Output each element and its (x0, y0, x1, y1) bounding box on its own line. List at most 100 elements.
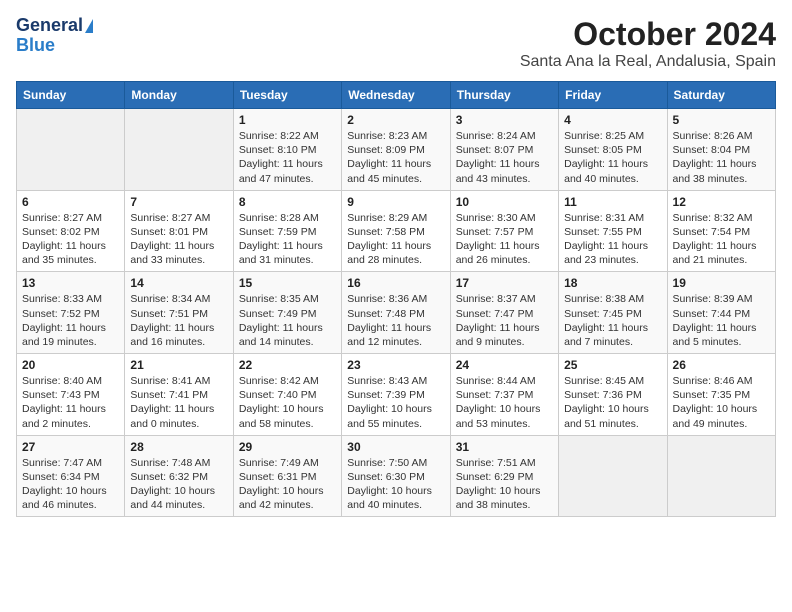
table-row: 29Sunrise: 7:49 AMSunset: 6:31 PMDayligh… (233, 435, 341, 517)
table-row: 18Sunrise: 8:38 AMSunset: 7:45 PMDayligh… (559, 272, 667, 354)
table-row: 22 Sunrise: 8:42 AMSunset: 7:40 PMDayligh… (233, 354, 341, 436)
cell-info: Sunrise: 8:36 AMSunset: 7:48 PMDaylight:… (347, 292, 444, 349)
cell-info: Sunrise: 7:48 AMSunset: 6:32 PMDaylight:… (130, 456, 227, 513)
logo: General Blue (16, 16, 93, 56)
cell-day-number: 14 (130, 276, 227, 290)
cell-info: Sunrise: 8:25 AMSunset: 8:05 PMDaylight:… (564, 129, 661, 186)
cell-day-number: 26 (673, 358, 770, 372)
cell-day-number: 27 (22, 440, 119, 454)
table-row: 23 Sunrise: 8:43 AMSunset: 7:39 PMDayligh… (342, 354, 450, 436)
cell-day-number: 2 (347, 113, 444, 127)
table-row: 21 Sunrise: 8:41 AMSunset: 7:41 PMDayligh… (125, 354, 233, 436)
table-row (559, 435, 667, 517)
title-block: October 2024 Santa Ana la Real, Andalusi… (520, 16, 776, 71)
header-saturday: Saturday (667, 82, 775, 109)
cell-day-number: 24 (456, 358, 553, 372)
cell-day-number: 6 (22, 195, 119, 209)
cell-info: Sunrise: 8:29 AMSunset: 7:58 PMDaylight:… (347, 211, 444, 268)
cell-info: Sunrise: 8:35 AMSunset: 7:49 PMDaylight:… (239, 292, 336, 349)
table-row: 15 Sunrise: 8:35 AMSunset: 7:49 PMDayligh… (233, 272, 341, 354)
cell-info: Sunrise: 8:24 AMSunset: 8:07 PMDaylight:… (456, 129, 553, 186)
cell-info: Sunrise: 8:43 AMSunset: 7:39 PMDaylight:… (347, 374, 444, 431)
table-row: 13 Sunrise: 8:33 AMSunset: 7:52 PMDayligh… (17, 272, 125, 354)
header-tuesday: Tuesday (233, 82, 341, 109)
cell-day-number: 3 (456, 113, 553, 127)
cell-info: Sunrise: 7:47 AMSunset: 6:34 PMDaylight:… (22, 456, 119, 513)
cell-info: Sunrise: 8:41 AMSunset: 7:41 PMDaylight:… (130, 374, 227, 431)
cell-day-number: 31 (456, 440, 553, 454)
table-row: 30Sunrise: 7:50 AMSunset: 6:30 PMDayligh… (342, 435, 450, 517)
table-row: 5 Sunrise: 8:26 AMSunset: 8:04 PMDaylight… (667, 109, 775, 191)
table-row: 26 Sunrise: 8:46 AMSunset: 7:35 PMDayligh… (667, 354, 775, 436)
table-row: 10 Sunrise: 8:30 AMSunset: 7:57 PMDayligh… (450, 190, 558, 272)
cell-info: Sunrise: 8:31 AMSunset: 7:55 PMDaylight:… (564, 211, 661, 268)
table-row: 12 Sunrise: 8:32 AMSunset: 7:54 PMDayligh… (667, 190, 775, 272)
page-subtitle: Santa Ana la Real, Andalusia, Spain (520, 53, 776, 71)
calendar-week-row: 27 Sunrise: 7:47 AMSunset: 6:34 PMDayligh… (17, 435, 776, 517)
cell-day-number: 12 (673, 195, 770, 209)
table-row: 3 Sunrise: 8:24 AMSunset: 8:07 PMDaylight… (450, 109, 558, 191)
cell-day-number: 7 (130, 195, 227, 209)
cell-info: Sunrise: 8:34 AMSunset: 7:51 PMDaylight:… (130, 292, 227, 349)
header-wednesday: Wednesday (342, 82, 450, 109)
cell-day-number: 4 (564, 113, 661, 127)
calendar-week-row: 1Sunrise: 8:22 AMSunset: 8:10 PMDaylight… (17, 109, 776, 191)
cell-day-number: 17 (456, 276, 553, 290)
cell-info: Sunrise: 8:23 AMSunset: 8:09 PMDaylight:… (347, 129, 444, 186)
cell-day-number: 21 (130, 358, 227, 372)
calendar-week-row: 6 Sunrise: 8:27 AMSunset: 8:02 PMDaylight… (17, 190, 776, 272)
cell-day-number: 16 (347, 276, 444, 290)
table-row: 6 Sunrise: 8:27 AMSunset: 8:02 PMDaylight… (17, 190, 125, 272)
header-sunday: Sunday (17, 82, 125, 109)
table-row (17, 109, 125, 191)
cell-day-number: 15 (239, 276, 336, 290)
table-row: 11 Sunrise: 8:31 AMSunset: 7:55 PMDayligh… (559, 190, 667, 272)
header-thursday: Thursday (450, 82, 558, 109)
header-friday: Friday (559, 82, 667, 109)
cell-info: Sunrise: 8:37 AMSunset: 7:47 PMDaylight:… (456, 292, 553, 349)
cell-day-number: 19 (673, 276, 770, 290)
cell-info: Sunrise: 7:51 AMSunset: 6:29 PMDaylight:… (456, 456, 553, 513)
table-row: 7 Sunrise: 8:27 AMSunset: 8:01 PMDaylight… (125, 190, 233, 272)
cell-day-number: 11 (564, 195, 661, 209)
cell-day-number: 29 (239, 440, 336, 454)
cell-day-number: 20 (22, 358, 119, 372)
table-row: 16 Sunrise: 8:36 AMSunset: 7:48 PMDayligh… (342, 272, 450, 354)
calendar-week-row: 13 Sunrise: 8:33 AMSunset: 7:52 PMDayligh… (17, 272, 776, 354)
table-row: 4 Sunrise: 8:25 AMSunset: 8:05 PMDaylight… (559, 109, 667, 191)
table-row: 31 Sunrise: 7:51 AMSunset: 6:29 PMDayligh… (450, 435, 558, 517)
cell-info: Sunrise: 8:45 AMSunset: 7:36 PMDaylight:… (564, 374, 661, 431)
cell-info: Sunrise: 8:27 AMSunset: 8:01 PMDaylight:… (130, 211, 227, 268)
header-monday: Monday (125, 82, 233, 109)
logo-blue: Blue (16, 36, 93, 56)
page-title: October 2024 (520, 16, 776, 53)
logo-general: General (16, 16, 83, 36)
cell-info: Sunrise: 8:39 AMSunset: 7:44 PMDaylight:… (673, 292, 770, 349)
cell-day-number: 10 (456, 195, 553, 209)
table-row: 20Sunrise: 8:40 AMSunset: 7:43 PMDayligh… (17, 354, 125, 436)
table-row: 24Sunrise: 8:44 AMSunset: 7:37 PMDayligh… (450, 354, 558, 436)
table-row: 28Sunrise: 7:48 AMSunset: 6:32 PMDayligh… (125, 435, 233, 517)
table-row: 14 Sunrise: 8:34 AMSunset: 7:51 PMDayligh… (125, 272, 233, 354)
cell-info: Sunrise: 8:33 AMSunset: 7:52 PMDaylight:… (22, 292, 119, 349)
cell-day-number: 23 (347, 358, 444, 372)
logo-icon (85, 19, 93, 33)
cell-info: Sunrise: 8:30 AMSunset: 7:57 PMDaylight:… (456, 211, 553, 268)
table-row: 9Sunrise: 8:29 AMSunset: 7:58 PMDaylight… (342, 190, 450, 272)
cell-info: Sunrise: 8:42 AMSunset: 7:40 PMDaylight:… (239, 374, 336, 431)
cell-day-number: 5 (673, 113, 770, 127)
cell-day-number: 13 (22, 276, 119, 290)
table-row: 25 Sunrise: 8:45 AMSunset: 7:36 PMDayligh… (559, 354, 667, 436)
table-row: 19 Sunrise: 8:39 AMSunset: 7:44 PMDayligh… (667, 272, 775, 354)
cell-day-number: 25 (564, 358, 661, 372)
cell-info: Sunrise: 8:46 AMSunset: 7:35 PMDaylight:… (673, 374, 770, 431)
calendar-week-row: 20Sunrise: 8:40 AMSunset: 7:43 PMDayligh… (17, 354, 776, 436)
cell-day-number: 22 (239, 358, 336, 372)
table-row (125, 109, 233, 191)
table-row: 2 Sunrise: 8:23 AMSunset: 8:09 PMDaylight… (342, 109, 450, 191)
cell-info: Sunrise: 8:27 AMSunset: 8:02 PMDaylight:… (22, 211, 119, 268)
cell-info: Sunrise: 8:32 AMSunset: 7:54 PMDaylight:… (673, 211, 770, 268)
cell-info: Sunrise: 8:26 AMSunset: 8:04 PMDaylight:… (673, 129, 770, 186)
cell-info: Sunrise: 7:50 AMSunset: 6:30 PMDaylight:… (347, 456, 444, 513)
table-row: 1Sunrise: 8:22 AMSunset: 8:10 PMDaylight… (233, 109, 341, 191)
